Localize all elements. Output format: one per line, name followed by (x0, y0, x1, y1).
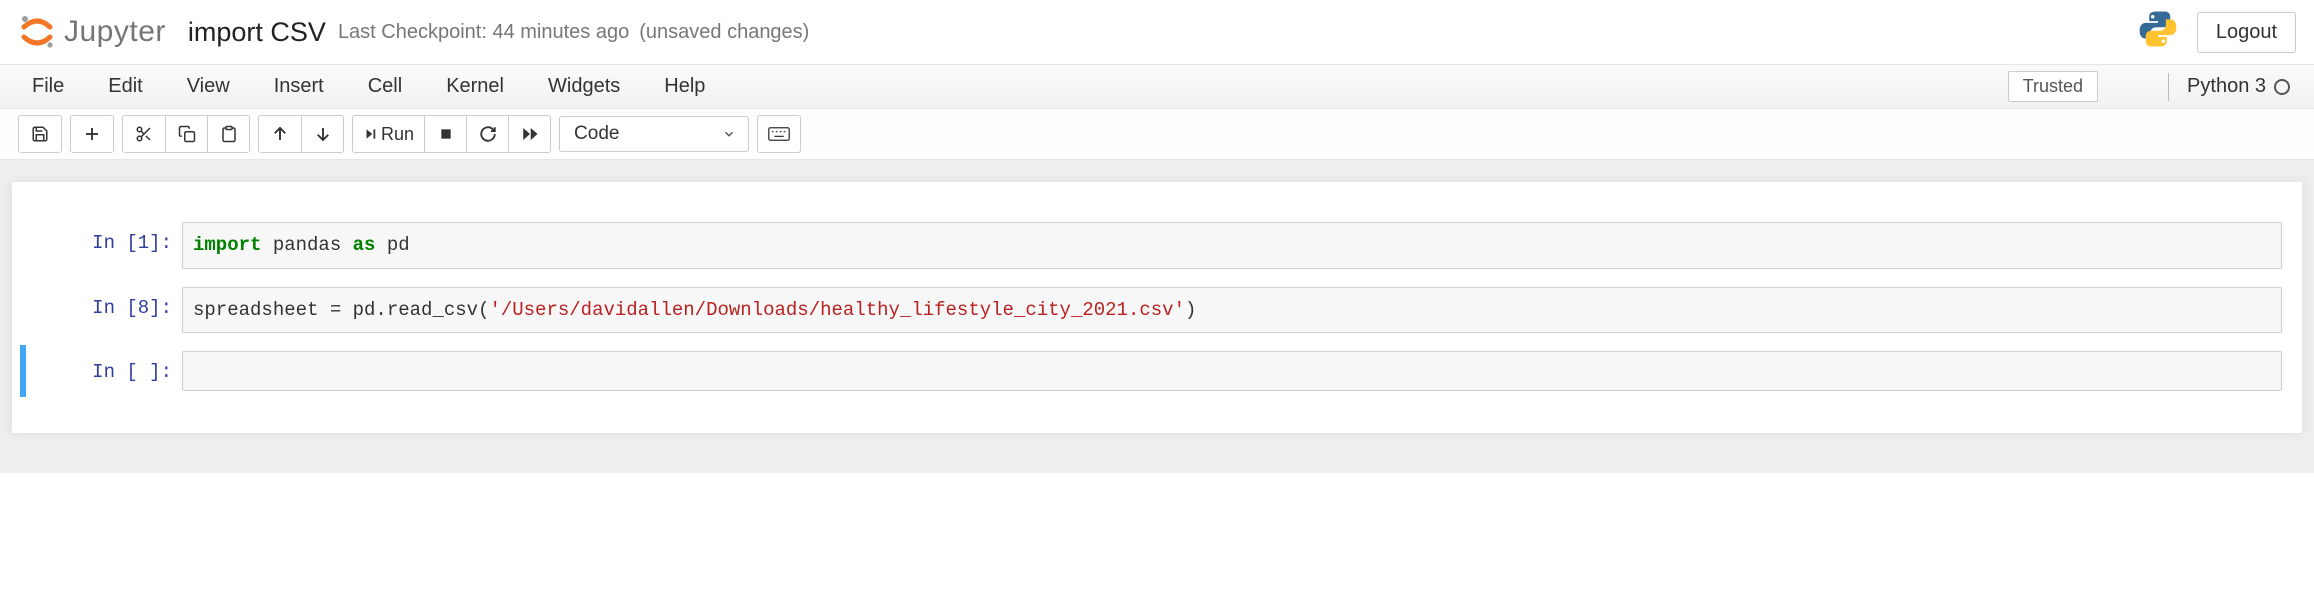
chevron-down-icon (722, 127, 736, 141)
save-icon (31, 125, 49, 143)
cell-prompt: In [8]: (32, 287, 182, 334)
python-icon (2137, 8, 2179, 56)
notebook-title[interactable]: import CSV (188, 17, 326, 48)
arrow-up-icon (271, 125, 289, 143)
run-label: Run (381, 124, 414, 145)
kernel-name[interactable]: Python 3 (2187, 75, 2266, 98)
keyboard-icon (768, 126, 790, 142)
cell-type-select[interactable]: Code (559, 116, 749, 152)
divider (2168, 73, 2169, 101)
checkpoint-text: Last Checkpoint: 44 minutes ago (338, 21, 629, 44)
logo-text: Jupyter (64, 15, 166, 49)
add-cell-button[interactable] (71, 116, 113, 152)
jupyter-icon (18, 13, 56, 51)
paste-icon (220, 125, 238, 143)
cell-type-value: Code (574, 123, 619, 145)
restart-button[interactable] (466, 116, 508, 152)
cell-prompt: In [1]: (32, 222, 182, 269)
code-cell[interactable]: In [ ]: (20, 345, 2294, 397)
menu-edit[interactable]: Edit (86, 67, 164, 106)
code-cell[interactable]: In [8]:spreadsheet = pd.read_csv('/Users… (20, 281, 2294, 340)
menu-view[interactable]: View (165, 67, 252, 106)
run-button[interactable]: Run (353, 116, 424, 152)
fast-forward-icon (521, 125, 539, 143)
save-button[interactable] (19, 116, 61, 152)
kernel-status-idle-icon (2274, 79, 2290, 95)
notebook-area: In [1]:import pandas as pdIn [8]:spreads… (0, 160, 2314, 473)
stop-icon (439, 127, 453, 141)
notebook-container: In [1]:import pandas as pdIn [8]:spreads… (12, 182, 2302, 433)
header: Jupyter import CSV Last Checkpoint: 44 m… (0, 0, 2314, 65)
menu-cell[interactable]: Cell (346, 67, 424, 106)
cell-input[interactable]: import pandas as pd (182, 222, 2282, 269)
copy-icon (178, 125, 196, 143)
menu-help[interactable]: Help (642, 67, 727, 106)
toolbar: Run Code (0, 109, 2314, 160)
command-palette-button[interactable] (758, 116, 800, 152)
code-cell[interactable]: In [1]:import pandas as pd (20, 216, 2294, 275)
scissors-icon (135, 125, 153, 143)
jupyter-logo[interactable]: Jupyter (18, 13, 166, 51)
paste-button[interactable] (207, 116, 249, 152)
menu-insert[interactable]: Insert (252, 67, 346, 106)
cut-button[interactable] (123, 116, 165, 152)
menubar: File Edit View Insert Cell Kernel Widget… (0, 65, 2314, 109)
cell-input[interactable] (182, 351, 2282, 391)
arrow-down-icon (314, 125, 332, 143)
plus-icon (83, 125, 101, 143)
unsaved-text: (unsaved changes) (639, 21, 809, 44)
restart-icon (479, 125, 497, 143)
cell-input[interactable]: spreadsheet = pd.read_csv('/Users/davida… (182, 287, 2282, 334)
menu-widgets[interactable]: Widgets (526, 67, 642, 106)
menu-file[interactable]: File (18, 67, 86, 106)
logout-button[interactable]: Logout (2197, 12, 2296, 53)
interrupt-button[interactable] (424, 116, 466, 152)
move-down-button[interactable] (301, 116, 343, 152)
move-up-button[interactable] (259, 116, 301, 152)
run-icon (363, 127, 377, 141)
trusted-indicator[interactable]: Trusted (2008, 71, 2098, 102)
menu-kernel[interactable]: Kernel (424, 67, 526, 106)
cell-prompt: In [ ]: (32, 351, 182, 391)
restart-run-all-button[interactable] (508, 116, 550, 152)
copy-button[interactable] (165, 116, 207, 152)
